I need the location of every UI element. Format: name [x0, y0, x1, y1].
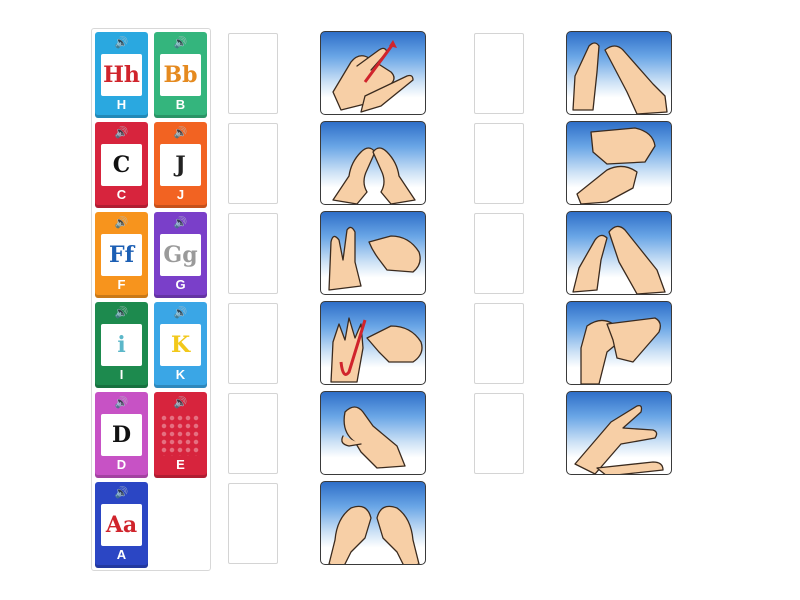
letter-card-text: K	[170, 332, 191, 358]
letter-label: F	[117, 277, 126, 292]
letter-tile-f[interactable]: 🔊 Ff F	[95, 212, 148, 298]
sign-image-right-3	[566, 211, 672, 295]
letter-card-text: J	[175, 152, 186, 178]
hand-sign-drawing	[572, 42, 668, 114]
hand-sign-drawing	[332, 147, 416, 204]
drop-zone-left-5[interactable]	[228, 393, 278, 474]
letter-card-image: Aa	[101, 504, 142, 546]
letter-tile-h[interactable]: 🔊 Hh H	[95, 32, 148, 118]
letter-card-text: Bb	[163, 62, 198, 88]
letter-card-image: D	[101, 414, 142, 456]
speaker-icon[interactable]: 🔊	[95, 37, 148, 48]
letter-card-text: Ff	[108, 242, 135, 268]
letter-card-image: C	[101, 144, 142, 186]
letter-card-image: Hh	[101, 54, 142, 96]
hand-sign-drawing	[328, 505, 420, 564]
letter-tile-k[interactable]: 🔊 K K	[154, 302, 207, 388]
drop-zone-left-2[interactable]	[228, 123, 278, 204]
speaker-icon[interactable]: 🔊	[154, 217, 207, 228]
letter-card-image: Bb	[160, 54, 201, 96]
hand-sign-drawing	[328, 226, 421, 291]
speaker-icon[interactable]: 🔊	[95, 487, 148, 498]
drop-zone-right-4[interactable]	[474, 303, 524, 384]
letter-label: D	[116, 457, 127, 472]
speaker-icon[interactable]: 🔊	[95, 127, 148, 138]
letter-label: G	[175, 277, 186, 292]
hand-sign-drawing	[572, 225, 666, 294]
letter-card-image: Gg	[160, 234, 201, 276]
letter-tile-g[interactable]: 🔊 Gg G	[154, 212, 207, 298]
drop-zone-left-4[interactable]	[228, 303, 278, 384]
letter-label: E	[176, 457, 185, 472]
hand-sign-drawing	[341, 406, 406, 469]
hand-sign-drawing	[576, 127, 656, 204]
letter-tile-j[interactable]: 🔊 J J	[154, 122, 207, 208]
letter-tile-i[interactable]: 🔊 i I	[95, 302, 148, 388]
letter-card-text: Gg	[163, 242, 198, 268]
speaker-icon[interactable]: 🔊	[154, 307, 207, 318]
sign-image-left-1	[320, 31, 426, 115]
letter-card-text: C	[112, 152, 131, 178]
letter-tile-b[interactable]: 🔊 Bb B	[154, 32, 207, 118]
drop-zone-left-6[interactable]	[228, 483, 278, 564]
drop-zone-right-1[interactable]	[474, 33, 524, 114]
sign-image-left-5	[320, 391, 426, 475]
letter-label: J	[176, 187, 185, 202]
drop-zone-left-3[interactable]	[228, 213, 278, 294]
speaker-icon[interactable]: 🔊	[95, 217, 148, 228]
speaker-icon[interactable]: 🔊	[95, 397, 148, 408]
drop-zone-left-1[interactable]	[228, 33, 278, 114]
letter-label: A	[116, 547, 127, 562]
letter-card-text: i	[117, 332, 126, 358]
letter-label: B	[175, 97, 186, 112]
speaker-icon[interactable]: 🔊	[154, 397, 207, 408]
hand-sign-drawing	[574, 404, 664, 474]
speaker-icon[interactable]: 🔊	[154, 127, 207, 138]
hand-sign-drawing	[330, 317, 423, 383]
letter-card-text: Hh	[103, 62, 140, 88]
sign-image-right-1	[566, 31, 672, 115]
drop-zone-right-2[interactable]	[474, 123, 524, 204]
letter-card-text: Aa	[105, 512, 138, 538]
letter-label: H	[116, 97, 127, 112]
letter-card-image: K	[160, 324, 201, 366]
letter-label: I	[119, 367, 124, 382]
hand-sign-drawing	[332, 40, 414, 113]
sign-image-right-5	[566, 391, 672, 475]
sign-image-left-4	[320, 301, 426, 385]
letter-card-text: D	[111, 422, 132, 448]
letter-label: C	[116, 187, 127, 202]
sign-image-right-4	[566, 301, 672, 385]
drop-zone-right-3[interactable]	[474, 213, 524, 294]
letter-tile-e[interactable]: 🔊 E	[154, 392, 207, 478]
letter-tile-a[interactable]: 🔊 Aa A	[95, 482, 148, 568]
sign-image-left-2	[320, 121, 426, 205]
letter-card-image: Ff	[101, 234, 142, 276]
sign-image-left-3	[320, 211, 426, 295]
letter-card-image: J	[160, 144, 201, 186]
speaker-icon[interactable]: 🔊	[154, 37, 207, 48]
drop-zone-right-5[interactable]	[474, 393, 524, 474]
letter-card-image	[160, 414, 201, 456]
sign-image-left-6	[320, 481, 426, 565]
hand-sign-drawing	[580, 317, 661, 384]
letter-tile-c[interactable]: 🔊 C C	[95, 122, 148, 208]
sign-image-right-2	[566, 121, 672, 205]
letter-label: K	[175, 367, 186, 382]
letter-card-image: i	[101, 324, 142, 366]
letter-tile-d[interactable]: 🔊 D D	[95, 392, 148, 478]
speaker-icon[interactable]: 🔊	[95, 307, 148, 318]
